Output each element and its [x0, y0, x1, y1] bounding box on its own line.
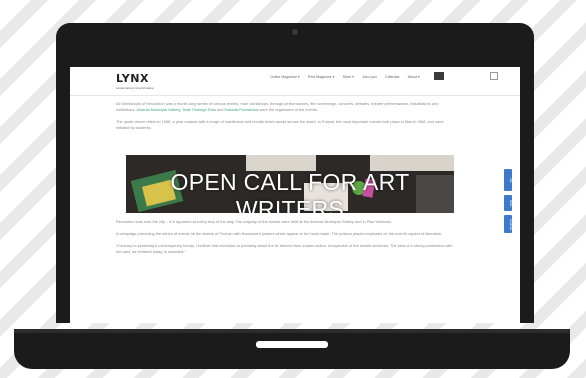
article-paragraph: Revolution took over the city – it is ap… — [116, 219, 393, 224]
link-arsenal-gallery[interactable]: Arsenal Municipal Gallery — [136, 107, 180, 112]
menu-item-about[interactable]: About ▾ — [408, 75, 420, 79]
menu-item-join[interactable]: Join Lynx — [362, 75, 377, 79]
like-button[interactable]: Like — [504, 169, 512, 191]
site-header: LYNX contemporary art and nature Online … — [70, 67, 520, 96]
link-estrada-poznanska[interactable]: Estrada Poznańska — [225, 107, 259, 112]
article-quote: “Contrary to yesterday's contemporary tr… — [116, 243, 453, 254]
link-teatr-osmego-dnia[interactable]: Teatr Ósmego Dnia — [182, 107, 216, 112]
facebook-button[interactable]: Facebook — [504, 215, 512, 233]
open-call-banner[interactable]: OPEN CALL FOR ART WRITERS — [126, 155, 454, 213]
article-paragraph: All Workshops of Revolution was a month-… — [116, 101, 458, 113]
article-paragraph: The quote above refers to 1968, a year m… — [116, 119, 444, 130]
laptop-screen: LYNX contemporary art and nature Online … — [70, 67, 520, 323]
paragraph-conjunction: and — [216, 107, 224, 112]
paragraph-text-end: were the organisers of the events. — [259, 107, 318, 112]
trackpad-notch — [256, 341, 328, 348]
banner-title: OPEN CALL FOR ART WRITERS — [170, 169, 410, 213]
menu-item-print-magazine[interactable]: Print Magazine ▾ — [308, 75, 335, 79]
menu-item-store[interactable]: Store ▾ — [343, 75, 354, 79]
site-logo[interactable]: LYNX — [116, 72, 149, 85]
search-icon[interactable] — [434, 72, 444, 80]
cart-icon[interactable] — [490, 72, 498, 80]
article-body-bottom: Revolution took over the city – it is ap… — [116, 219, 458, 261]
article-body-top: All Workshops of Revolution was a month-… — [116, 101, 458, 137]
hinge-seam — [14, 329, 570, 333]
social-share-bar: Like Share Facebook — [504, 169, 512, 237]
site-tagline: contemporary art and nature — [116, 86, 154, 90]
main-menu: Online Magazine ▾ Print Magazine ▾ Store… — [270, 75, 420, 79]
share-button[interactable]: Share — [504, 195, 512, 211]
article-paragraph: A campaign promoting the series of event… — [116, 231, 443, 236]
laptop-base — [14, 329, 570, 369]
menu-item-calendar[interactable]: Calendar — [385, 75, 400, 79]
webcam-icon — [292, 29, 298, 35]
menu-item-online-magazine[interactable]: Online Magazine ▾ — [270, 75, 300, 79]
laptop-lid: LYNX contemporary art and nature Online … — [56, 23, 534, 323]
